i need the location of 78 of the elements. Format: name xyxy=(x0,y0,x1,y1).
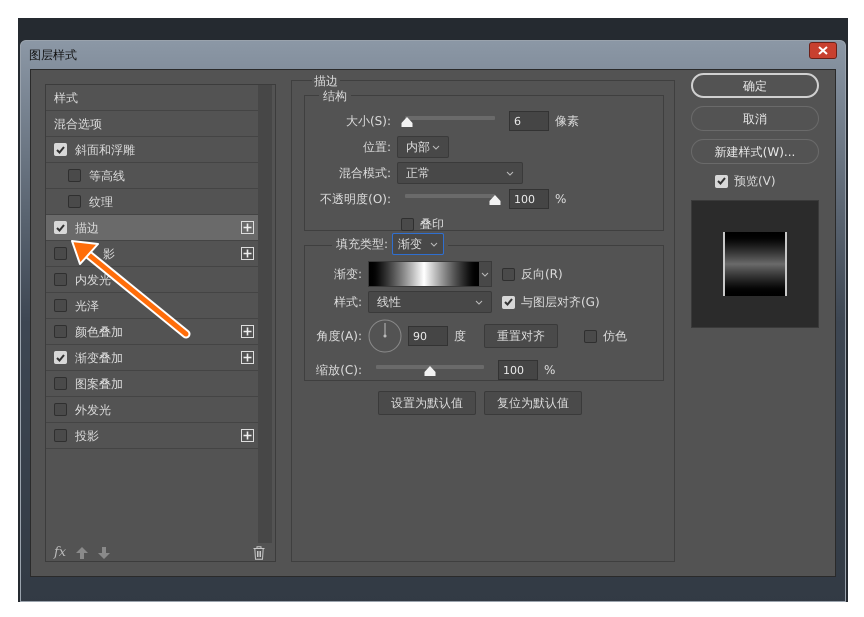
window-title: 图层样式 xyxy=(29,47,77,64)
unit-label: 度 xyxy=(454,328,466,345)
item-label: 描边 xyxy=(75,220,99,236)
add-icon[interactable] xyxy=(241,429,254,442)
item-label: 内发光 xyxy=(75,272,111,288)
item-label: 投影 xyxy=(75,428,99,444)
close-button[interactable] xyxy=(809,42,837,58)
item-label: 斜面和浮雕 xyxy=(75,142,135,158)
style-list-item[interactable]: 描边 xyxy=(46,215,258,241)
unit-label: % xyxy=(555,191,566,208)
checkbox-label: 反向(R) xyxy=(521,266,563,283)
checkbox-label: 叠印 xyxy=(420,216,444,233)
add-icon[interactable] xyxy=(241,221,254,234)
checkbox[interactable] xyxy=(54,273,67,286)
field-label: 填充类型: xyxy=(336,236,388,253)
checkbox[interactable] xyxy=(54,325,67,338)
trash-icon[interactable] xyxy=(253,546,265,560)
chevron-icon xyxy=(481,272,489,276)
checkbox-label: 仿色 xyxy=(603,328,627,345)
item-label: 纹理 xyxy=(89,194,113,210)
item-label: 外发光 xyxy=(75,402,111,418)
dialog-button[interactable]: 取消 xyxy=(691,106,819,131)
item-label: 图案叠加 xyxy=(75,376,123,392)
checkbox[interactable] xyxy=(54,403,67,416)
slider-thumb[interactable] xyxy=(424,366,436,376)
close-icon xyxy=(818,46,828,54)
checkbox[interactable] xyxy=(54,377,67,390)
checkbox[interactable] xyxy=(54,429,67,442)
item-label: 光泽 xyxy=(75,298,99,314)
unit-label: 像素 xyxy=(555,113,579,130)
slider-thumb[interactable] xyxy=(489,195,501,205)
field-label: 角度(A): xyxy=(315,328,362,345)
preview-swatch xyxy=(723,232,787,296)
unit-label: % xyxy=(544,362,556,379)
checkbox-label: 预览(V) xyxy=(734,173,776,190)
number-input[interactable]: 90 xyxy=(408,326,448,346)
field-label: 缩放(C): xyxy=(315,362,362,379)
fill-type-dropdown[interactable]: 渐变 xyxy=(392,233,444,255)
blend-mode-dropdown[interactable]: 正常 xyxy=(397,162,523,184)
chevron-icon xyxy=(506,170,514,176)
slider-thumb[interactable] xyxy=(400,117,413,127)
checkbox[interactable] xyxy=(584,330,597,342)
checkbox[interactable] xyxy=(502,268,515,280)
dialog-button[interactable]: 确定 xyxy=(691,73,819,98)
default-button[interactable]: 复位为默认值 xyxy=(484,391,582,415)
checkbox[interactable] xyxy=(68,195,81,208)
item-label: 影 xyxy=(102,246,115,262)
group-title: 结构 xyxy=(319,87,351,105)
number-input[interactable]: 100 xyxy=(498,360,538,380)
gradient-picker[interactable] xyxy=(368,261,492,287)
field-label: 大小(S): xyxy=(344,113,391,130)
item-label: 等高线 xyxy=(89,168,125,184)
field-label: 位置: xyxy=(362,139,391,156)
reset-alignment-button[interactable]: 重置对齐 xyxy=(484,324,558,348)
add-icon[interactable] xyxy=(241,247,254,260)
style-dropdown[interactable]: 线性 xyxy=(368,291,492,313)
chevron-icon xyxy=(475,300,483,304)
chevron-icon xyxy=(430,242,438,246)
checkbox[interactable] xyxy=(54,247,67,260)
field-label: 样式: xyxy=(332,294,362,311)
fx-button[interactable]: fx xyxy=(54,543,66,562)
checkbox-label: 与图层对齐(G) xyxy=(521,294,600,311)
field-label: 渐变: xyxy=(332,266,362,283)
position-dropdown[interactable]: 内部 xyxy=(397,136,449,158)
checkbox[interactable] xyxy=(68,169,81,182)
default-button[interactable]: 设置为默认值 xyxy=(378,391,476,415)
add-icon[interactable] xyxy=(241,351,254,364)
checkbox[interactable] xyxy=(54,299,67,312)
checkbox[interactable] xyxy=(401,218,414,230)
field-label: 混合模式: xyxy=(338,165,391,182)
chevron-icon xyxy=(432,144,440,150)
number-input[interactable]: 6 xyxy=(509,111,549,131)
item-label: 颜色叠加 xyxy=(75,324,123,340)
add-icon[interactable] xyxy=(241,325,254,338)
dialog-button[interactable]: 新建样式(W)... xyxy=(691,139,819,164)
field-label: 不透明度(O): xyxy=(319,191,391,208)
item-label: 渐变叠加 xyxy=(75,350,123,366)
number-input[interactable]: 100 xyxy=(509,189,549,209)
